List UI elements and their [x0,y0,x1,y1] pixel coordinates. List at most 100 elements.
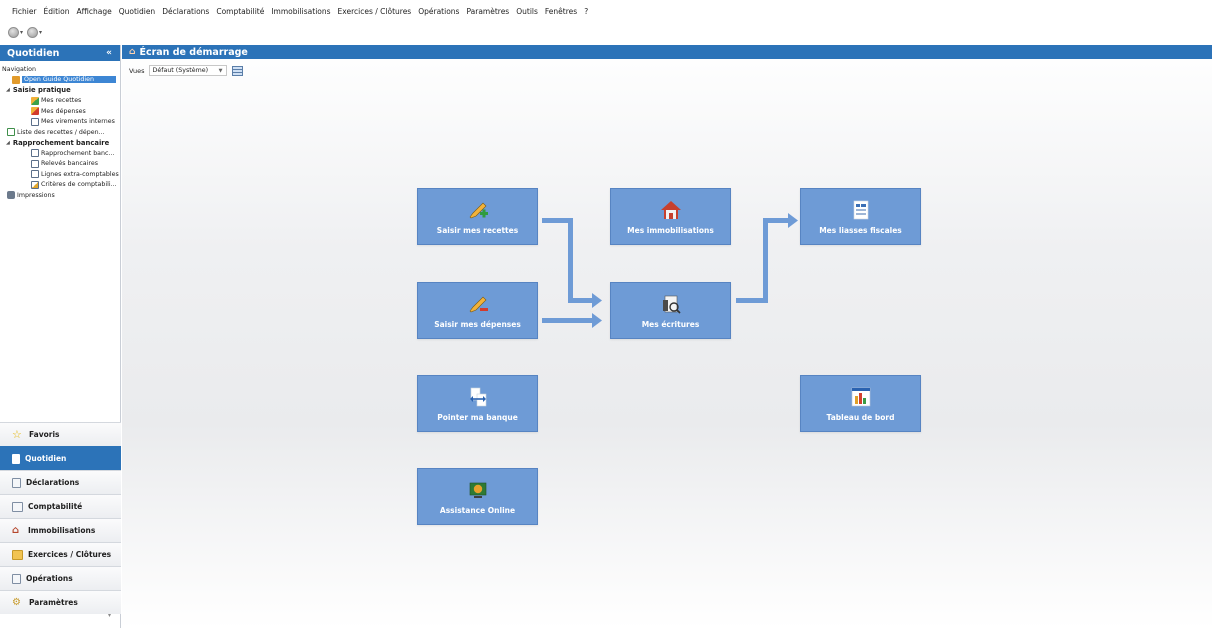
gear-icon: ⚙ [12,596,21,608]
tile-label: Saisir mes dépenses [434,320,521,329]
tile-saisir-mes-depenses[interactable]: Saisir mes dépenses [417,282,538,339]
tree-item-label: Liste des recettes / dépen... [17,128,105,136]
module-favoris[interactable]: ☆ Favoris [0,422,121,446]
tree-item-mes-virements[interactable]: Mes virements internes [0,117,120,128]
arrow-recettes-to-ecritures [542,218,602,308]
transfer-icon [31,117,39,126]
tree-item-label: Open Guide Quotidien [22,76,116,84]
sidebar-header: Quotidien « [0,45,120,61]
navigation-tree: Navigation Open Guide Quotidien ◢ Saisie… [0,61,120,201]
configure-buttons-icon[interactable]: ▾ [108,612,111,619]
menu-bar: Fichier Édition Affichage Quotidien Décl… [0,0,1212,22]
module-label: Exercices / Clôtures [28,550,112,559]
pencil-minus-icon [31,107,39,116]
tile-saisir-mes-recettes[interactable]: Saisir mes recettes [417,188,538,245]
bank-matching-icon [469,387,486,407]
tree-item-impressions[interactable]: Impressions [0,190,120,201]
tree-item-label: Lignes extra-comptables [41,170,119,178]
menu-exercices-clotures[interactable]: Exercices / Clôtures [338,7,412,16]
module-label: Déclarations [26,478,80,487]
tree-item-label: Mes virements internes [41,118,115,126]
tile-label: Pointer ma banque [437,413,518,422]
tree-item-label: Mes dépenses [41,107,86,115]
navigation-label: Navigation [2,65,36,73]
book-icon [12,501,23,512]
menu-fichier[interactable]: Fichier [12,7,37,16]
menu-help[interactable]: ? [584,7,588,16]
module-immobilisations[interactable]: ⌂ Immobilisations [0,518,121,542]
page-title: Écran de démarrage [139,46,248,58]
tile-assistance-online[interactable]: Assistance Online [417,468,538,525]
tree-item-label: Impressions [17,191,55,199]
tile-label: Mes écritures [641,320,700,329]
main-header: ⌂ Écran de démarrage [122,45,1212,59]
menu-edition[interactable]: Édition [44,7,70,16]
forward-icon [27,26,39,38]
tile-mes-immobilisations[interactable]: Mes immobilisations [610,188,731,245]
tree-item-lignes-extra[interactable]: Lignes extra-comptables [0,169,120,180]
views-select[interactable]: Défaut (Système) ▼ [148,65,227,76]
tree-item-mes-depenses[interactable]: Mes dépenses [0,106,120,117]
home-icon: ⌂ [129,47,136,57]
module-label: Favoris [29,430,60,439]
module-quotidien[interactable]: Quotidien [0,446,121,470]
expand-triangle-icon: ◢ [6,139,10,146]
manage-views-icon[interactable] [231,65,243,76]
sidebar-title: Quotidien [7,47,60,59]
module-declarations[interactable]: Déclarations [0,470,121,494]
module-operations[interactable]: Opérations [0,566,121,590]
module-label: Paramètres [29,598,78,607]
tile-label: Tableau de bord [826,413,895,422]
house-icon: ⌂ [12,524,20,536]
help-monitor-icon [469,482,486,498]
tree-item-criteres[interactable]: Critères de comptabili... [0,180,120,191]
tile-label: Mes immobilisations [627,226,714,235]
module-label: Comptabilité [28,502,83,511]
module-exercices-clotures[interactable]: Exercices / Clôtures [0,542,121,566]
tree-item-label: Relevés bancaires [41,160,98,168]
tree-item-mes-recettes[interactable]: Mes recettes [0,96,120,107]
lines-icon [31,170,39,179]
tree-group-label: Rapprochement bancaire [12,138,110,147]
tree-item-rapprochement-banc[interactable]: Rapprochement banc... [0,148,120,159]
pencil-minus-icon [469,296,488,313]
views-selected-value: Défaut (Système) [152,67,209,74]
tile-pointer-ma-banque[interactable]: Pointer ma banque [417,375,538,432]
tile-mes-liasses-fiscales[interactable]: Mes liasses fiscales [800,188,921,245]
menu-immobilisations[interactable]: Immobilisations [271,7,330,16]
menu-fenetres[interactable]: Fenêtres [545,7,577,16]
menu-quotidien[interactable]: Quotidien [119,7,155,16]
reconcile-icon [31,149,39,158]
tree-group-saisie-pratique[interactable]: ◢ Saisie pratique [0,85,120,96]
tree-item-label: Rapprochement banc... [41,149,115,157]
collapse-sidebar-button[interactable]: « [106,48,112,58]
tree-item-liste-recettes[interactable]: Liste des recettes / dépen... [0,127,120,138]
tree-navigation-label: Navigation [0,64,120,75]
forward-button[interactable]: ▾ [27,26,42,38]
document-icon [12,477,21,488]
sidebar: Quotidien « Navigation Open Guide Quotid… [0,45,121,628]
chevron-down-icon: ▼ [218,67,223,74]
quotidien-icon [12,453,20,464]
tile-label: Assistance Online [439,506,516,515]
menu-comptabilite[interactable]: Comptabilité [216,7,264,16]
menu-operations[interactable]: Opérations [418,7,459,16]
back-button[interactable]: ▾ [8,26,23,38]
menu-affichage[interactable]: Affichage [76,7,111,16]
tile-tableau-de-bord[interactable]: Tableau de bord [800,375,921,432]
arrow-ecritures-to-liasses [736,213,798,303]
tree-item-label: Mes recettes [41,97,82,105]
tree-group-rapprochement[interactable]: ◢ Rapprochement bancaire [0,138,120,149]
arrow-depenses-to-ecritures [542,313,602,328]
tile-mes-ecritures[interactable]: Mes écritures [610,282,731,339]
views-label: Vues [129,66,145,75]
tree-item-open-guide[interactable]: Open Guide Quotidien [0,75,120,86]
pencil-plus-icon [31,96,39,105]
menu-parametres[interactable]: Paramètres [466,7,509,16]
menu-outils[interactable]: Outils [516,7,538,16]
module-label: Opérations [26,574,73,583]
module-parametres[interactable]: ⚙ Paramètres [0,590,121,614]
tree-item-releves[interactable]: Relevés bancaires [0,159,120,170]
module-comptabilite[interactable]: Comptabilité [0,494,121,518]
menu-declarations[interactable]: Déclarations [162,7,209,16]
